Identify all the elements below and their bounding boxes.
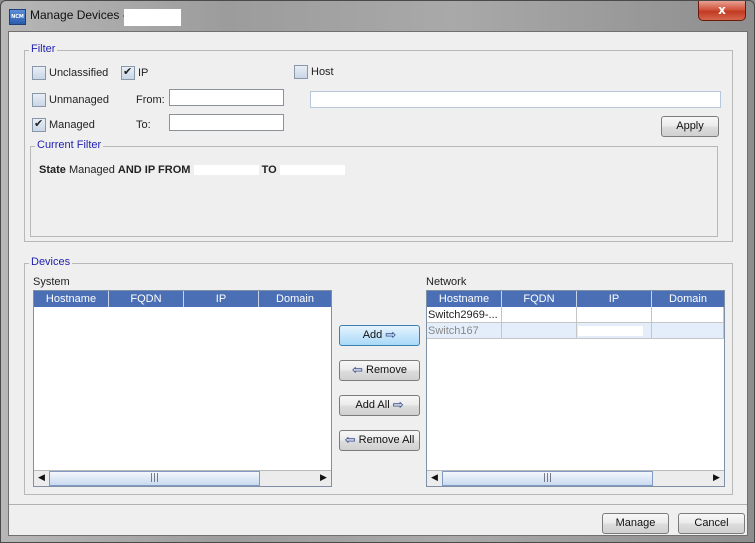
ip-from-input[interactable] [169, 89, 284, 106]
grip-icon: ||| [542, 473, 553, 483]
filter-keyword-to: TO [261, 164, 277, 176]
devices-group-title: Devices [29, 256, 73, 268]
cell-ip [577, 323, 652, 339]
close-icon: x [718, 3, 726, 17]
ip-redacted [578, 326, 643, 337]
managed-checkbox[interactable] [32, 117, 46, 132]
table-row[interactable]: Switch167 [427, 323, 724, 339]
system-table[interactable]: Hostname FQDN IP Domain ◀ ||| ▶ [33, 290, 332, 487]
system-table-header: Hostname FQDN IP Domain [34, 291, 331, 307]
system-scroll-thumb[interactable]: ||| [49, 471, 260, 486]
network-col-hostname[interactable]: Hostname [427, 291, 502, 307]
manage-button[interactable]: Manage [602, 513, 669, 534]
system-col-domain[interactable]: Domain [259, 291, 331, 307]
host-checkbox[interactable] [294, 65, 308, 79]
apply-button[interactable]: Apply [661, 116, 719, 137]
ip-checkbox[interactable] [121, 65, 135, 80]
arrow-left-icon: ⇦ [352, 362, 363, 378]
arrow-right-icon: ⇨ [385, 327, 397, 343]
ip-label: IP [138, 67, 149, 79]
devices-group: Devices System Hostname FQDN IP Domain ◀… [24, 256, 733, 495]
add-button[interactable]: Add ⇨ [339, 325, 420, 346]
network-col-ip[interactable]: IP [577, 291, 652, 307]
add-all-button[interactable]: Add All ⇨ [339, 395, 420, 416]
remove-button[interactable]: ⇦ Remove [339, 360, 420, 381]
scroll-right-icon[interactable]: ▶ [316, 471, 331, 486]
window-title: Manage Devices - [30, 8, 127, 22]
title-bar[interactable]: NCM Manage Devices - x [1, 1, 754, 31]
close-button[interactable]: x [698, 1, 746, 21]
add-label: Add [362, 329, 383, 341]
grip-icon: ||| [149, 473, 160, 483]
from-label: From: [136, 94, 165, 106]
table-row[interactable]: Switch2969-... [427, 307, 724, 323]
filter-group: Filter Unclassified IP Host Unmanaged Fr… [24, 43, 733, 242]
system-col-hostname[interactable]: Hostname [34, 291, 109, 307]
ip-to-input[interactable] [169, 114, 284, 131]
current-filter-group: Current Filter State Managed AND IP FROM… [30, 139, 718, 237]
scroll-left-icon[interactable]: ◀ [427, 471, 442, 486]
to-label: To: [136, 119, 151, 131]
filter-ip-to-redacted [279, 165, 345, 176]
cell-ip [577, 307, 652, 323]
system-col-ip[interactable]: IP [184, 291, 259, 307]
ncm-app-icon: NCM [9, 9, 26, 25]
arrow-right-icon: ⇨ [392, 397, 404, 413]
cell-fqdn [502, 323, 577, 339]
network-table-header: Hostname FQDN IP Domain [427, 291, 724, 307]
filter-value-state: Managed [68, 164, 115, 176]
filter-ip-from-redacted [193, 165, 259, 176]
add-all-label: Add All [355, 399, 390, 411]
filter-keyword-ip-from: AND IP FROM [117, 164, 191, 176]
scroll-left-icon[interactable]: ◀ [34, 471, 49, 486]
cancel-button[interactable]: Cancel [678, 513, 745, 534]
arrow-left-icon: ⇦ [344, 432, 356, 448]
remove-all-label: Remove All [358, 434, 415, 446]
managed-label: Managed [49, 119, 95, 131]
cell-hostname: Switch2969-... [427, 307, 502, 323]
network-col-domain[interactable]: Domain [652, 291, 724, 307]
unclassified-checkbox[interactable] [32, 66, 46, 80]
dialog-body: Filter Unclassified IP Host Unmanaged Fr… [8, 31, 748, 536]
host-input[interactable] [310, 91, 721, 108]
remove-label: Remove [366, 364, 407, 376]
cell-domain [652, 307, 724, 323]
network-table[interactable]: Hostname FQDN IP Domain Switch2969-... S… [426, 290, 725, 487]
system-col-fqdn[interactable]: FQDN [109, 291, 184, 307]
title-redacted [124, 9, 181, 26]
network-label: Network [426, 276, 467, 288]
filter-keyword-state: State [39, 164, 66, 176]
filter-group-title: Filter [29, 43, 58, 55]
cell-domain [652, 323, 724, 339]
system-hscrollbar[interactable]: ◀ ||| ▶ [34, 470, 331, 486]
network-scroll-thumb[interactable]: ||| [442, 471, 653, 486]
current-filter-title: Current Filter [35, 139, 104, 151]
network-hscrollbar[interactable]: ◀ ||| ▶ [427, 470, 724, 486]
network-col-fqdn[interactable]: FQDN [502, 291, 577, 307]
footer-divider [9, 504, 747, 505]
host-label: Host [311, 66, 334, 78]
manage-devices-window: NCM Manage Devices - x Filter Unclassifi… [0, 0, 755, 543]
system-label: System [33, 276, 70, 288]
cell-fqdn [502, 307, 577, 323]
scroll-right-icon[interactable]: ▶ [709, 471, 724, 486]
unclassified-label: Unclassified [49, 67, 109, 79]
unmanaged-checkbox[interactable] [32, 93, 46, 107]
cell-hostname: Switch167 [427, 323, 502, 339]
remove-all-button[interactable]: ⇦ Remove All [339, 430, 420, 451]
unmanaged-label: Unmanaged [49, 94, 109, 106]
current-filter-text: State Managed AND IP FROM TO [39, 164, 345, 176]
